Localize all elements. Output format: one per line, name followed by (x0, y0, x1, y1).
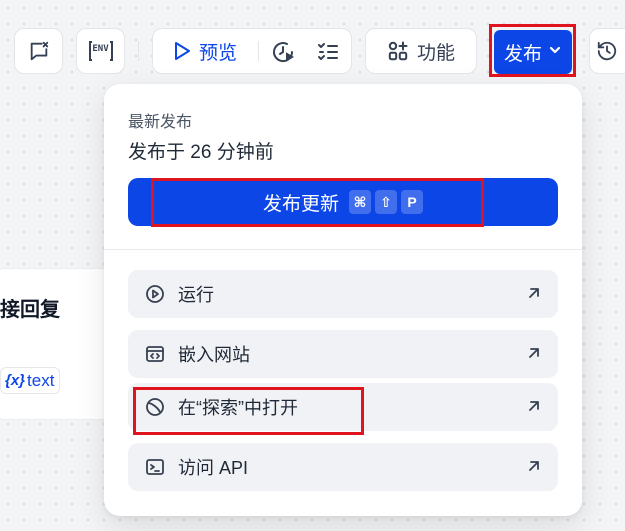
toolbar-divider (138, 41, 139, 61)
publish-dropdown: 最新发布 发布于 26 分钟前 发布更新 ⌘ ⇧ P 运行 嵌入网站 在“探索”… (104, 84, 582, 516)
features-label: 功能 (416, 42, 455, 64)
checklist-toggle-button[interactable] (14, 28, 63, 74)
embed-website-label: 嵌入网站 (178, 345, 250, 365)
arrow-up-right-icon (526, 285, 542, 306)
publish-update-button[interactable]: 发布更新 ⌘ ⇧ P (128, 178, 558, 226)
features-button[interactable]: 功能 (365, 28, 477, 74)
compass-icon (144, 396, 166, 418)
clock-play-icon (271, 40, 295, 64)
variable-icon: {x} (5, 372, 26, 389)
message-x-icon (28, 40, 50, 62)
version-history-button[interactable] (589, 28, 625, 74)
arrow-up-right-icon (526, 345, 542, 366)
variable-chip[interactable]: {x} text (0, 367, 61, 394)
p-key: P (401, 190, 423, 214)
checklist-icon (317, 41, 339, 63)
arrow-up-right-icon (526, 398, 542, 419)
panel-divider (104, 249, 582, 250)
open-in-explore-label: 在“探索”中打开 (178, 398, 298, 418)
access-api-label: 访问 API (178, 458, 249, 478)
access-api-item[interactable]: 访问 API (128, 443, 558, 491)
env-button[interactable]: ENV (76, 28, 125, 74)
history-icon (596, 40, 618, 62)
play-icon (173, 41, 191, 61)
publish-time: 发布于 26 分钟前 (128, 142, 274, 163)
preview-group: 预览 (152, 28, 352, 74)
grid-plus-icon (387, 40, 409, 62)
embed-code-icon (144, 343, 166, 365)
command-key-icon: ⌘ (349, 190, 371, 214)
arrow-up-right-icon (526, 458, 542, 479)
node-title: 接回复 (0, 299, 60, 321)
shift-key-icon: ⇧ (375, 190, 397, 214)
workflow-node-card[interactable] (0, 268, 120, 420)
embed-website-item[interactable]: 嵌入网站 (128, 330, 558, 378)
publish-update-label: 发布更新 (262, 193, 339, 215)
latest-publish-heading: 最新发布 (128, 114, 193, 131)
preview-label: 预览 (199, 42, 238, 64)
top-toolbar: ENV 预览 功能 发布 (0, 0, 625, 90)
play-circle-icon (144, 283, 166, 305)
run-history-button[interactable] (270, 39, 296, 65)
checklist-button[interactable] (315, 39, 341, 65)
terminal-icon (144, 456, 166, 478)
run-app-item[interactable]: 运行 (128, 270, 558, 318)
env-label: ENV (92, 44, 109, 54)
publish-label: 发布 (503, 43, 542, 65)
chevron-down-icon (548, 41, 562, 63)
preview-divider (258, 41, 259, 61)
open-in-explore-item[interactable]: 在“探索”中打开 (128, 383, 558, 431)
publish-button[interactable]: 发布 (494, 30, 572, 74)
preview-button[interactable]: 预览 (173, 29, 237, 73)
env-icon: ENV (88, 40, 114, 62)
variable-name: text (27, 370, 55, 390)
run-app-label: 运行 (178, 285, 214, 305)
